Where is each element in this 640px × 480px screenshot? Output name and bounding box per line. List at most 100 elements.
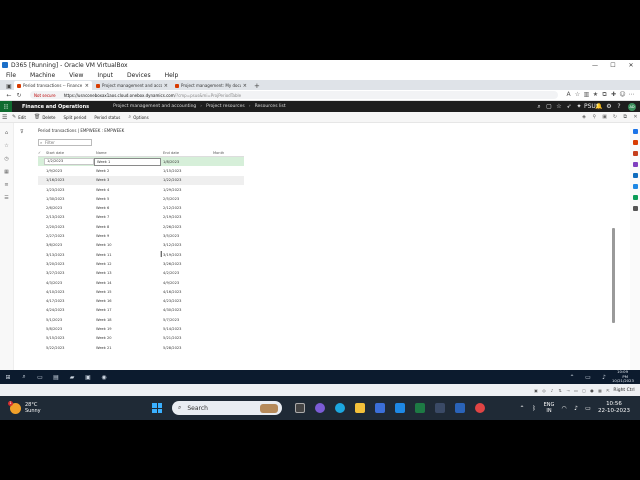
tab-project-management-my-documents[interactable]: Project management: My docum... ×: [172, 81, 250, 90]
file-explorer-icon[interactable]: [350, 401, 370, 415]
list-icon[interactable]: ≡: [0, 182, 13, 188]
table-row[interactable]: 3/6/2023 Week 10 3/12/2023: [38, 241, 244, 250]
modules-icon[interactable]: ☰: [0, 195, 13, 201]
avatar[interactable]: AD: [628, 102, 636, 111]
host-clock[interactable]: 10:56 22-10-2023: [594, 401, 634, 415]
table-row[interactable]: 2/6/2023 Week 6 2/12/2023: [38, 203, 244, 212]
new-tab-icon[interactable]: +: [254, 82, 260, 90]
drop-icon[interactable]: [632, 195, 638, 200]
more-options-icon[interactable]: ⋯: [627, 91, 636, 99]
shared-folder-icon[interactable]: ▭: [572, 388, 580, 393]
network-icon[interactable]: ⇅: [556, 388, 564, 393]
virtualbox-taskbar-icon[interactable]: [450, 401, 470, 415]
name-cell[interactable]: Week 1: [94, 157, 161, 166]
table-row[interactable]: 4/10/2023 Week 15 4/16/2023: [38, 287, 244, 296]
vertical-scrollbar[interactable]: [612, 228, 615, 323]
search-sidebar-icon[interactable]: [632, 129, 638, 134]
excel-icon[interactable]: [410, 401, 430, 415]
table-row[interactable]: 5/15/2023 Week 20 5/21/2023: [38, 334, 244, 343]
language-indicator[interactable]: ENG IN: [540, 402, 558, 414]
workspaces-icon[interactable]: ▦: [0, 169, 13, 175]
cpu-icon[interactable]: ▦: [596, 388, 604, 393]
maximize-icon[interactable]: ☐: [604, 62, 622, 69]
company-picker[interactable]: PSUS: [584, 103, 600, 110]
filter-pane-icon[interactable]: ⊽: [20, 129, 24, 135]
address-bar[interactable]: Not secure https://usnconeboxax1aos.clou…: [30, 91, 558, 99]
tools-icon[interactable]: [632, 151, 638, 156]
filter-input[interactable]: ⌕ Filter: [38, 139, 92, 146]
optical-icon[interactable]: ◎: [540, 388, 548, 393]
options-button[interactable]: ⌕ Options: [128, 114, 148, 120]
table-row[interactable]: 3/13/2023 Week 11 3/19/2023: [38, 250, 244, 259]
vm-tray-icon[interactable]: ⌃: [564, 374, 580, 381]
table-row[interactable]: 1/2/2023 Week 1 1/8/2023: [38, 157, 244, 167]
close-icon[interactable]: ✕: [631, 114, 640, 120]
tab-close-icon[interactable]: ×: [85, 83, 89, 89]
nav-crumb-module[interactable]: Project management and accounting: [113, 104, 196, 109]
table-row[interactable]: 2/20/2023 Week 8 2/26/2023: [38, 222, 244, 231]
edit-button[interactable]: ✎ Edit: [12, 114, 26, 120]
windows-start-icon[interactable]: [152, 403, 162, 413]
table-row[interactable]: 4/3/2023 Week 14 4/9/2023: [38, 278, 244, 287]
tab-project-management-accounting[interactable]: Project management and accou... ×: [93, 81, 171, 90]
table-row[interactable]: 1/30/2023 Week 5 2/5/2023: [38, 194, 244, 203]
read-aloud-icon[interactable]: A: [564, 91, 573, 99]
refresh-icon[interactable]: ↻: [610, 114, 619, 120]
tab-close-icon[interactable]: ×: [243, 83, 247, 89]
close-icon[interactable]: ✕: [622, 62, 640, 69]
menu-view[interactable]: View: [69, 72, 83, 79]
edge-icon[interactable]: [330, 401, 350, 415]
table-row[interactable]: 5/8/2023 Week 19 5/14/2023: [38, 324, 244, 333]
recording-icon[interactable]: ●: [588, 388, 596, 393]
nav-crumb-section[interactable]: Project resources: [206, 104, 245, 109]
table-row[interactable]: 1/23/2023 Week 4 1/29/2023: [38, 185, 244, 194]
table-row[interactable]: 2/27/2023 Week 9 3/5/2023: [38, 231, 244, 240]
table-row[interactable]: 5/22/2023 Week 21 5/28/2023: [38, 343, 244, 352]
store-icon[interactable]: [370, 401, 390, 415]
nav-crumb-page[interactable]: Resources list: [255, 104, 286, 109]
vm-edge-icon[interactable]: ◉: [96, 374, 112, 381]
table-row[interactable]: 4/24/2023 Week 17 4/30/2023: [38, 306, 244, 315]
audio-icon[interactable]: ♪: [548, 388, 556, 393]
vm-app-icon[interactable]: ▣: [80, 374, 96, 381]
search-box[interactable]: ⌕ Search: [172, 401, 282, 415]
table-row[interactable]: 5/1/2023 Week 18 5/7/2023: [38, 315, 244, 324]
settings-icon[interactable]: ⚙: [604, 103, 614, 110]
menu-devices[interactable]: Devices: [127, 72, 151, 79]
tray-overflow-icon[interactable]: ⌃: [516, 405, 528, 412]
search-icon[interactable]: ⌕: [534, 103, 544, 111]
help-icon[interactable]: ?: [614, 103, 624, 110]
volume-icon[interactable]: ♪: [570, 405, 582, 412]
split-screen-icon[interactable]: ▥: [582, 91, 591, 99]
app-launcher-icon[interactable]: ⁞⁞: [0, 101, 12, 112]
office-icon[interactable]: ▣: [600, 114, 609, 120]
column-end-date[interactable]: End date: [161, 151, 211, 155]
split-period-button[interactable]: Split period: [63, 115, 86, 120]
add-sidebar-icon[interactable]: [632, 206, 638, 211]
wifi-icon[interactable]: ◠: [558, 405, 570, 412]
shopping-icon[interactable]: [632, 140, 638, 145]
teams-icon[interactable]: [310, 401, 330, 415]
tab-period-transactions[interactable]: Period transactions -- Finance a... ×: [14, 81, 92, 90]
start-date-cell[interactable]: 1/2/2023: [44, 158, 94, 166]
attach-icon[interactable]: ⚲: [590, 114, 599, 120]
menu-machine[interactable]: Machine: [30, 72, 55, 79]
vm-taskview-icon[interactable]: ▭: [32, 374, 48, 381]
home-icon[interactable]: ⌂: [0, 130, 13, 136]
collections-icon[interactable]: ⧉: [600, 91, 609, 99]
popout-icon[interactable]: ⧉: [621, 114, 630, 120]
copilot-icon[interactable]: ✦: [574, 103, 584, 110]
mouse-integration-icon[interactable]: ⇱: [604, 388, 612, 393]
dashboard-icon[interactable]: ▢: [544, 103, 554, 110]
menu-input[interactable]: Input: [97, 72, 113, 79]
table-row[interactable]: 1/9/2023 Week 2 1/15/2023: [38, 166, 244, 175]
menu-file[interactable]: File: [6, 72, 16, 79]
weather-widget[interactable]: 1 28°C Sunny: [8, 400, 80, 414]
menu-help[interactable]: Help: [165, 72, 179, 79]
display-icon[interactable]: ▢: [580, 388, 588, 393]
notifications-icon[interactable]: 🔔: [594, 103, 604, 110]
table-row[interactable]: 4/17/2023 Week 16 4/23/2023: [38, 296, 244, 305]
app-icon[interactable]: [430, 401, 450, 415]
extensions-icon[interactable]: ✚: [609, 91, 618, 99]
chrome-icon[interactable]: [470, 401, 490, 415]
